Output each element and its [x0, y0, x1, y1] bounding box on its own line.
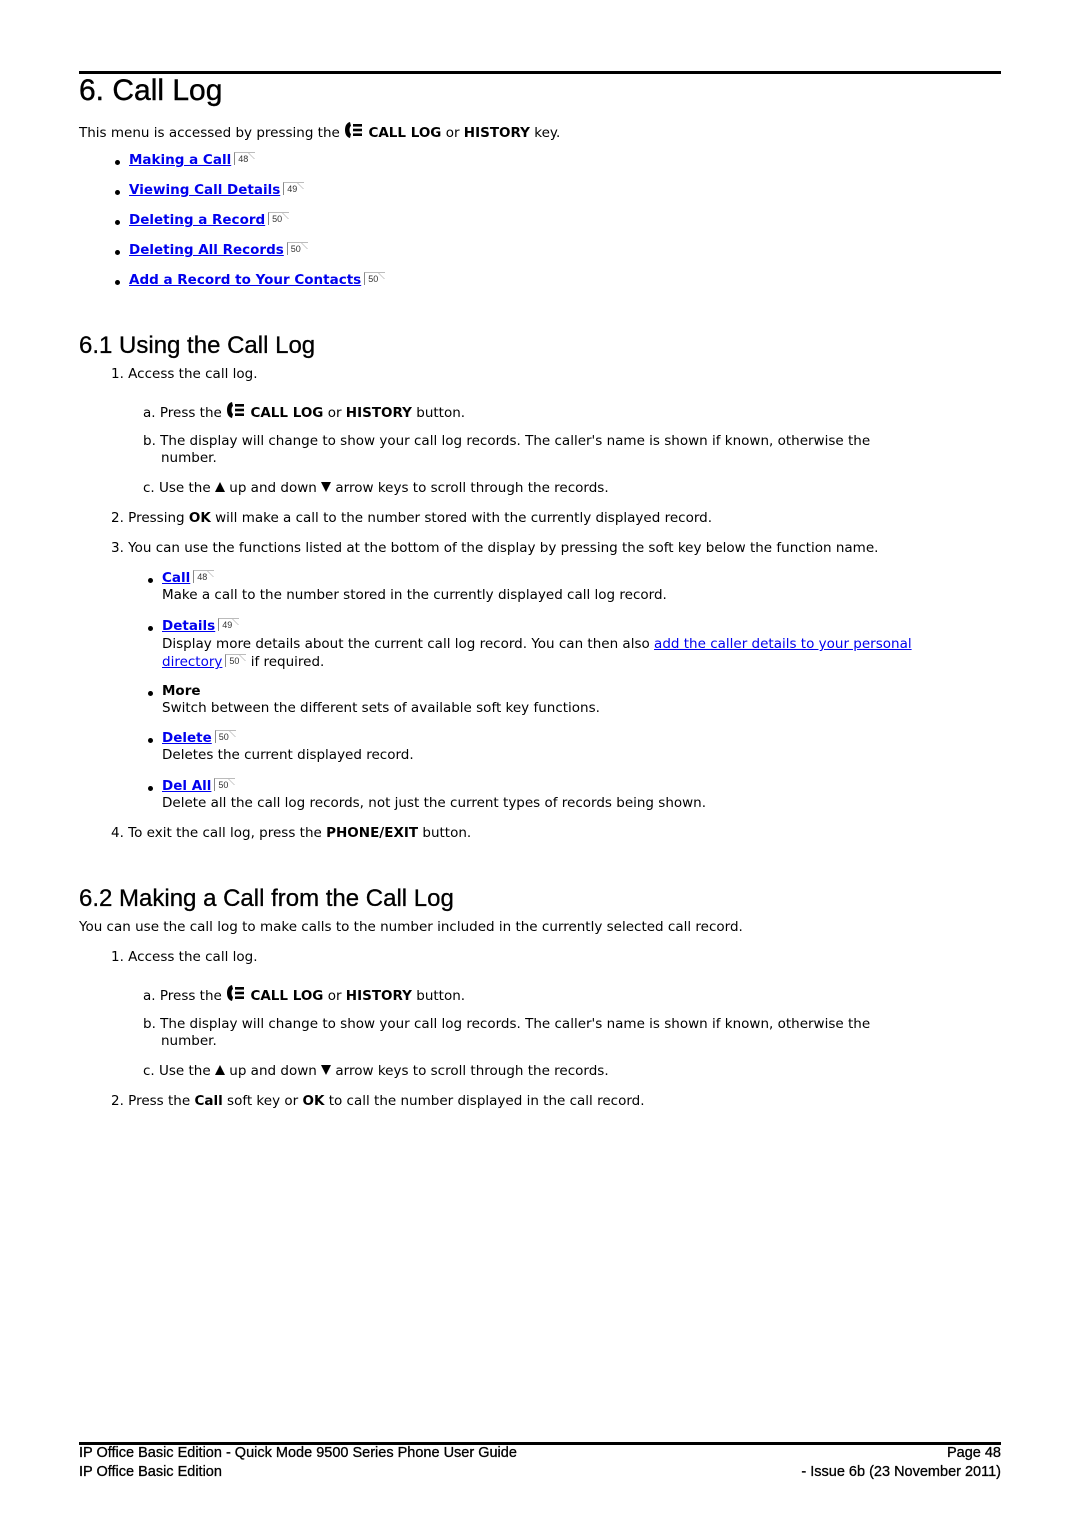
footer-doc-title: IP Office Basic Edition - Quick Mode 950…	[79, 1445, 517, 1461]
function-desc: Display more details about the current c…	[162, 636, 912, 670]
toc-link-deleting-a-record[interactable]: Deleting a Record	[129, 212, 265, 228]
toc-link-add-record-to-contacts[interactable]: Add a Record to Your Contacts	[129, 272, 361, 288]
bullet	[148, 786, 153, 791]
page-ref-badge[interactable]: 48	[234, 152, 256, 165]
function-label-more: More	[162, 683, 201, 699]
footer-issue: - Issue 6b (23 November 2011)	[801, 1464, 1001, 1480]
function-desc: Make a call to the number stored in the …	[162, 587, 667, 603]
footer-page-number: Page 48	[946, 1445, 1001, 1461]
page-ref-badge[interactable]: 50	[214, 778, 236, 791]
step-1c: c. Use the up and down arrow keys to scr…	[143, 480, 609, 496]
down-arrow-icon	[321, 1065, 332, 1075]
chapter-intro: This menu is accessed by pressing the CA…	[79, 121, 560, 141]
function-item-del-all: Del All 50 Delete all the call log record…	[148, 778, 988, 811]
function-item-delete: Delete 50 Deletes the current displayed r…	[148, 730, 988, 763]
function-link-call[interactable]: Call	[162, 570, 190, 586]
call-log-key-icon	[226, 401, 246, 419]
function-link-delete[interactable]: Delete	[162, 730, 212, 746]
toc-link-making-a-call[interactable]: Making a Call	[129, 152, 231, 168]
step-1: 1. Access the call log.	[111, 949, 258, 965]
function-link-del-all[interactable]: Del All	[162, 778, 211, 794]
step-4: 4. To exit the call log, press the PHONE…	[111, 825, 472, 841]
section-title-making-call: 6.2 Making a Call from the Call Log	[79, 885, 454, 912]
up-arrow-icon	[214, 482, 225, 492]
function-link-details[interactable]: Details	[162, 618, 215, 634]
page-ref-badge[interactable]: 49	[218, 618, 240, 631]
toc-item: Making a Call 48	[115, 152, 256, 168]
page-ref-badge[interactable]: 50	[214, 730, 236, 743]
page-ref-badge[interactable]: 50	[364, 272, 386, 285]
bullet	[115, 280, 120, 285]
step-1a: a. Press the CALL LOG or HISTORY button.	[143, 401, 465, 421]
bullet	[148, 691, 153, 696]
toc-link-deleting-all-records[interactable]: Deleting All Records	[129, 242, 284, 258]
bullet	[148, 738, 153, 743]
function-item-call: Call 48 Make a call to the number stored …	[148, 570, 988, 603]
function-item-details: Details 49 Display more details about the…	[148, 618, 988, 671]
page-ref-badge[interactable]: 50	[268, 212, 290, 225]
step-1b: b. The display will change to show your …	[143, 1016, 871, 1049]
step-1c: c. Use the up and down arrow keys to scr…	[143, 1063, 609, 1079]
step-1a: a. Press the CALL LOG or HISTORY button.	[143, 984, 465, 1004]
footer-product: IP Office Basic Edition	[79, 1464, 222, 1480]
function-desc: Deletes the current displayed record.	[162, 747, 414, 763]
function-item-more: More Switch between the different sets o…	[148, 683, 988, 716]
bullet	[148, 626, 153, 631]
bullet	[115, 220, 120, 225]
add-caller-to-directory-link[interactable]: add the caller details to your personal	[654, 636, 912, 652]
step-3: 3. You can use the functions listed at t…	[111, 540, 879, 556]
toc-item: Viewing Call Details 49	[115, 182, 305, 198]
page-ref-badge[interactable]: 48	[193, 570, 215, 583]
page-ref-badge[interactable]: 50	[286, 242, 308, 255]
page-ref-badge[interactable]: 50	[225, 654, 247, 667]
call-log-key-icon	[344, 121, 364, 139]
toc-item: Add a Record to Your Contacts 50	[115, 272, 386, 288]
step-1b: b. The display will change to show your …	[143, 433, 871, 466]
section2-intro: You can use the call log to make calls t…	[79, 919, 743, 935]
page-ref-badge[interactable]: 49	[283, 182, 305, 195]
call-log-key-icon	[226, 984, 246, 1002]
down-arrow-icon	[321, 482, 332, 492]
directory-link[interactable]: directory	[162, 654, 222, 670]
bullet	[115, 250, 120, 255]
bullet	[115, 160, 120, 165]
up-arrow-icon	[214, 1065, 225, 1075]
step-1: 1. Access the call log.	[111, 366, 258, 382]
function-desc: Switch between the different sets of ava…	[162, 700, 600, 716]
chapter-title: 6. Call Log	[79, 74, 223, 107]
toc-link-viewing-call-details[interactable]: Viewing Call Details	[129, 182, 280, 198]
section-title-using-call-log: 6.1 Using the Call Log	[79, 332, 316, 359]
toc-item: Deleting a Record 50	[115, 212, 290, 228]
step-2: 2. Press the Call soft key or OK to call…	[111, 1093, 645, 1109]
bullet	[148, 578, 153, 583]
function-desc: Delete all the call log records, not jus…	[162, 795, 707, 811]
bullet	[115, 190, 120, 195]
toc-item: Deleting All Records 50	[115, 242, 308, 258]
step-2: 2. Pressing OK will make a call to the n…	[111, 510, 713, 526]
